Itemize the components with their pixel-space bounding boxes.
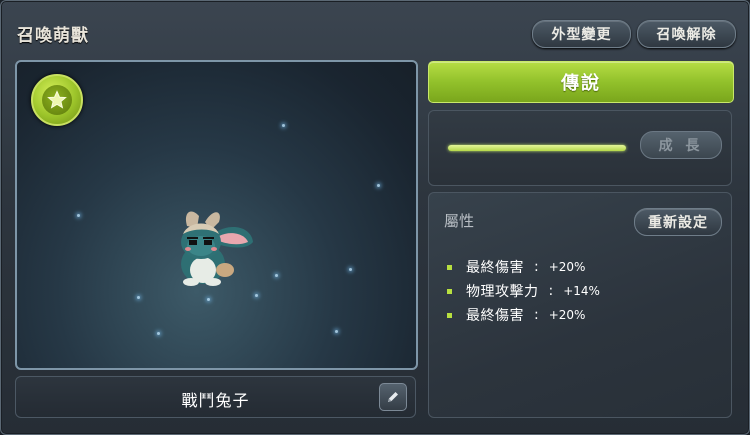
attribute-title: 屬性 [444, 212, 475, 230]
stat-separator: : [534, 307, 539, 323]
attribute-panel: 屬性 重新設定 最終傷害 : +20% 物理攻擊力 : +14% 最終傷害 : … [428, 192, 732, 418]
bullet-icon [447, 312, 452, 318]
pet-name: 戰鬥兔子 [181, 391, 250, 410]
sparkle [377, 184, 380, 187]
stat-row: 最終傷害 : +20% [447, 303, 600, 327]
stat-separator: : [534, 259, 539, 275]
sparkle [255, 294, 258, 297]
growth-button[interactable]: 成 長 [640, 131, 722, 159]
bullet-icon [447, 264, 452, 270]
rename-button[interactable] [379, 383, 407, 411]
window-title: 召喚萌獸 [17, 26, 89, 46]
sparkle [77, 214, 80, 217]
stat-name: 最終傷害 [466, 308, 524, 324]
bullet-icon [447, 288, 452, 294]
growth-progress-fill [448, 145, 626, 151]
battle-rabbit-sprite [181, 211, 253, 286]
summon-pet-window: 召喚萌獸 外型變更 召喚解除 戰鬥兔子 傳說 成 長 屬性 重新設定 最終傷害 … [0, 0, 750, 435]
star-icon [47, 90, 67, 109]
growth-progress-bar [448, 145, 626, 151]
sparkle [282, 124, 285, 127]
stat-list: 最終傷害 : +20% 物理攻擊力 : +14% 最終傷害 : +20% [447, 255, 600, 327]
sparkle [157, 332, 160, 335]
sparkle [349, 268, 352, 271]
reset-attributes-button[interactable]: 重新設定 [634, 208, 722, 236]
stat-value: +20% [548, 260, 586, 274]
sparkle [335, 330, 338, 333]
appearance-change-button[interactable]: 外型變更 [532, 20, 631, 48]
sparkle [137, 296, 140, 299]
summon-release-button[interactable]: 召喚解除 [637, 20, 736, 48]
stat-row: 物理攻擊力 : +14% [447, 279, 600, 303]
stat-name: 物理攻擊力 [466, 284, 539, 300]
stat-name: 最終傷害 [466, 260, 524, 276]
sparkle [275, 274, 278, 277]
sparkle [207, 298, 210, 301]
stat-row: 最終傷害 : +20% [447, 255, 600, 279]
pet-name-bar: 戰鬥兔子 [15, 376, 416, 418]
pet-display-stage [15, 60, 418, 370]
stat-separator: : [548, 283, 554, 299]
growth-panel: 成 長 [428, 110, 732, 186]
pencil-icon [388, 392, 398, 402]
pet-grade-badge [31, 74, 83, 126]
rank-bar: 傳說 [428, 61, 734, 103]
stat-value: +20% [548, 308, 586, 322]
stat-value: +14% [563, 284, 600, 298]
